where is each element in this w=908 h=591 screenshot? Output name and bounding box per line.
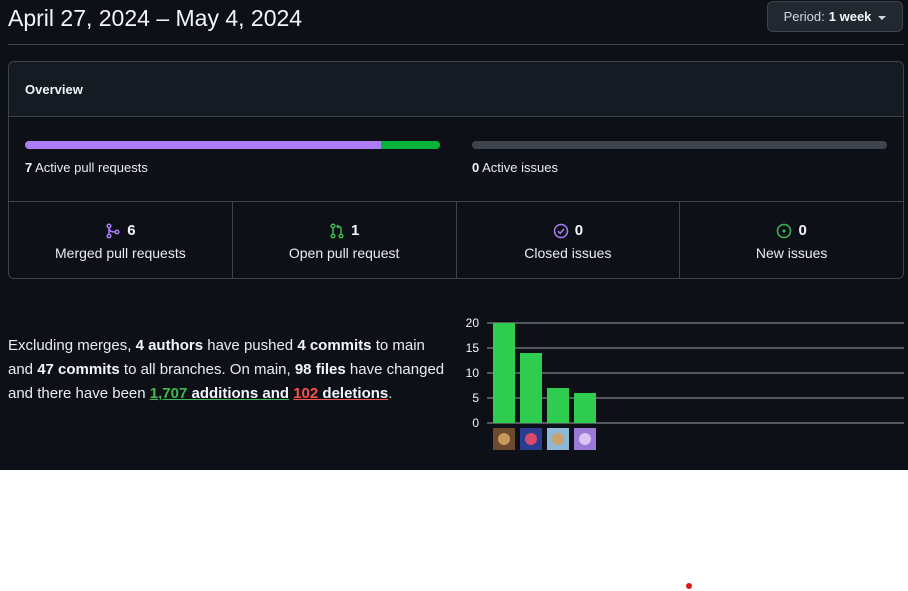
author-avatar[interactable] (493, 428, 515, 450)
additions-word: additions (187, 385, 259, 402)
commit-bar[interactable] (520, 353, 542, 423)
active-issues-count: 0 (472, 160, 480, 175)
overview-stats-row: 6 Merged pull requests 1 Open pull reque… (9, 201, 903, 278)
overview-panel: Overview 7 Active pull requests 0 Active… (8, 61, 904, 279)
issue-closed-icon (553, 223, 569, 239)
active-issues-label: Active issues (482, 160, 559, 175)
new-issues-count: 0 (798, 222, 807, 239)
overview-header: Overview (9, 62, 903, 117)
summary-text: have pushed (203, 337, 298, 354)
pulse-page: April 27, 2024 – May 4, 2024 Period: 1 w… (0, 0, 908, 470)
deletions-word: deletions (318, 385, 389, 402)
issue-opened-icon (776, 223, 792, 239)
overview-title: Overview (25, 82, 83, 97)
merged-pr-count: 6 (127, 222, 136, 239)
y-tick-label: 10 (466, 366, 480, 380)
y-tick-label: 5 (472, 391, 479, 405)
commits-by-author-chart: 0 5 10 15 20 (466, 316, 904, 450)
issues-progress-bar[interactable] (472, 141, 887, 149)
commits-main-count: 4 commits (297, 337, 372, 354)
author-avatar[interactable] (547, 428, 569, 450)
open-segment (380, 141, 440, 149)
summary-text: to all branches. On main, (119, 361, 295, 378)
date-range-title: April 27, 2024 – May 4, 2024 (8, 5, 303, 31)
author-avatar[interactable] (574, 428, 596, 450)
deletions-number: 102 (293, 385, 319, 402)
y-tick-label: 20 (466, 316, 480, 330)
merged-segment (25, 141, 381, 149)
git-pull-request-icon (329, 222, 345, 239)
active-pull-requests-caption[interactable]: 7 Active pull requests (25, 160, 148, 175)
y-tick-label: 15 (466, 341, 480, 355)
and-word: and (258, 385, 290, 402)
active-pr-count: 7 (25, 160, 33, 175)
active-issues-caption[interactable]: 0 Active issues (472, 160, 558, 175)
new-issues-label: New issues (755, 245, 828, 261)
period-label: Period: (783, 9, 825, 24)
commit-summary: Excluding merges, 4 authors have pushed … (8, 334, 453, 406)
git-merge-icon (105, 222, 121, 239)
y-tick-label: 0 (472, 416, 479, 430)
summary-text: . (388, 385, 393, 402)
period-value: 1 week (828, 9, 872, 24)
caret-down-icon (878, 15, 887, 20)
additions-number: 1,707 (149, 385, 188, 402)
pull-requests-progress-bar[interactable] (25, 141, 440, 149)
stat-merged-pull-requests[interactable]: 6 Merged pull requests (9, 202, 232, 278)
files-count: 98 files (294, 361, 346, 378)
open-pr-count: 1 (350, 222, 360, 239)
cursor-marker (686, 583, 692, 589)
active-pr-label: Active pull requests (35, 160, 148, 175)
commit-bar[interactable] (547, 388, 569, 423)
stat-closed-issues[interactable]: 0 Closed issues (455, 202, 680, 278)
deletions-link[interactable]: 102 deletions (293, 385, 388, 402)
closed-issues-label: Closed issues (524, 245, 612, 261)
closed-issues-count: 0 (574, 222, 584, 239)
header-divider (8, 44, 904, 45)
stat-new-issues[interactable]: 0 New issues (679, 202, 903, 278)
authors-count: 4 authors (135, 337, 204, 354)
merged-pr-label: Merged pull requests (55, 245, 186, 261)
commits-all-count: 47 commits (37, 361, 120, 378)
stat-open-pull-request[interactable]: 1 Open pull request (231, 202, 456, 278)
commit-bar[interactable] (574, 393, 596, 423)
period-dropdown-button[interactable]: Period: 1 week (767, 1, 903, 32)
open-pr-label: Open pull request (288, 245, 400, 261)
author-avatar[interactable] (520, 428, 542, 450)
summary-text: Excluding merges, (8, 337, 136, 354)
additions-link[interactable]: 1,707 additions and (150, 385, 289, 402)
commit-bar[interactable] (493, 323, 515, 423)
